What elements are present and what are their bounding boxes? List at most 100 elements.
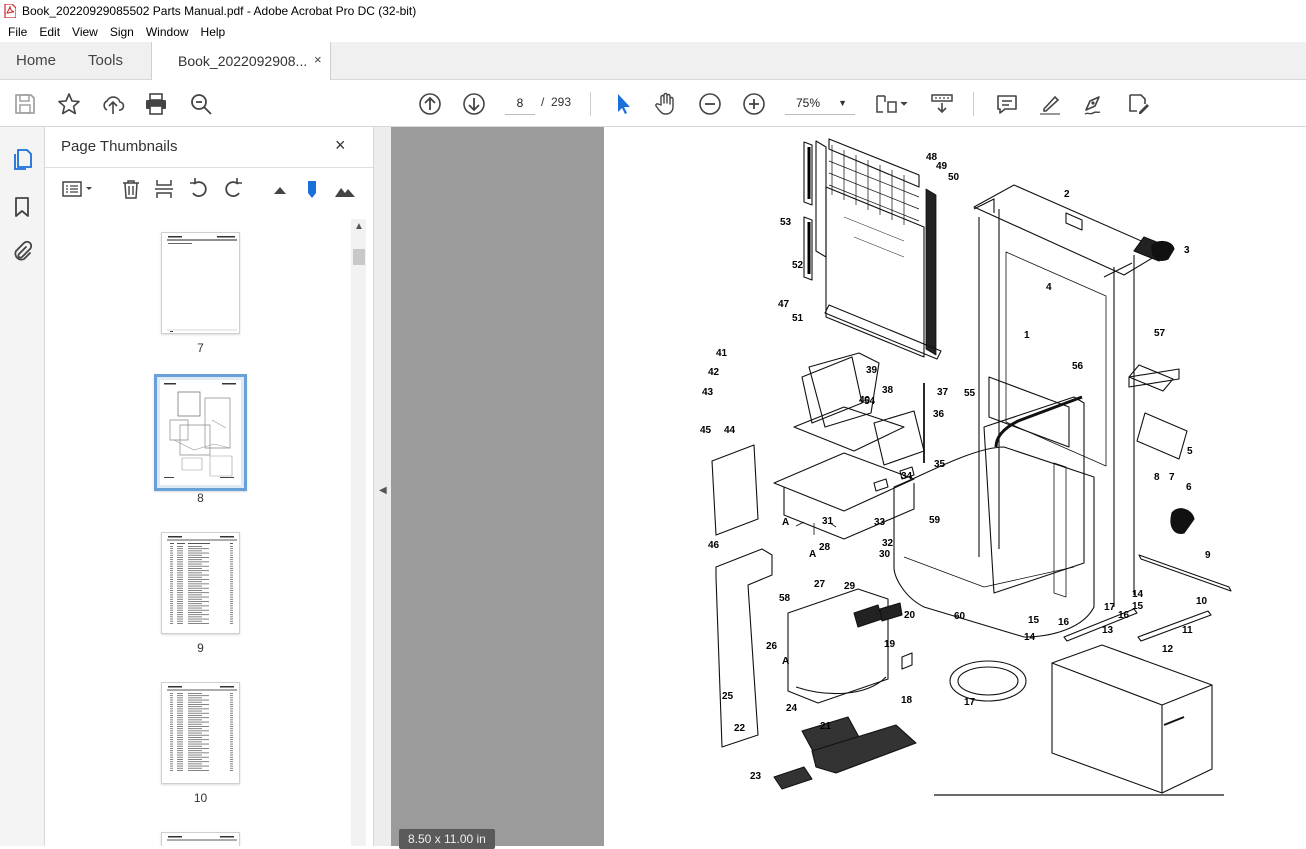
thumbnail-page[interactable] [161,832,240,846]
toolbar-divider [973,92,974,116]
zoom-out-icon[interactable] [697,91,723,117]
part-callout: 27 [814,579,826,590]
menu-window[interactable]: Window [140,25,195,39]
thumbnail-page[interactable] [161,232,240,334]
part-callout: 33 [874,517,886,528]
exploded-parts-diagram: 12345678910111213141516171415 16171819202… [700,138,1232,796]
part-callout: 12 [1162,644,1174,655]
part-callout: 31 [822,516,834,527]
thumbnail-size-marker-icon[interactable] [301,178,323,200]
bookmark-icon[interactable] [10,195,34,219]
part-callout: 45 [700,425,712,436]
share-icon[interactable] [100,91,126,117]
part-callout: 26 [766,641,778,652]
part-callout: 41 [716,348,728,359]
search-icon[interactable] [188,91,214,117]
tab-home[interactable]: Home [16,42,56,80]
window-title: Book_20220929085502 Parts Manual.pdf - A… [22,4,417,18]
save-icon[interactable] [12,91,38,117]
part-callout: 4 [1046,282,1052,293]
part-callout: 23 [750,771,762,782]
part-callout: 38 [882,385,894,396]
tab-bar: Home Tools Book_2022092908... × [0,42,1306,81]
rotate-left-icon[interactable] [188,178,210,200]
scroll-up-icon[interactable]: ▲ [354,221,364,232]
extract-pages-icon[interactable] [153,178,175,200]
pdf-page[interactable]: 1 2 3 4 5 6 7 8 9 10 11 12 13 14 15 16 17 14 15 16 17 18 19 20 2… [399,127,1306,849]
thumbnail-page-selected[interactable] [154,374,247,491]
thumbnail-toolbar [45,167,373,209]
menu-edit[interactable]: Edit [33,25,66,39]
chevron-down-icon: ▼ [838,98,847,108]
part-callout: 47 [778,299,790,310]
scroll-mode-icon[interactable] [929,91,955,117]
part-callout: 13 [1102,625,1114,636]
part-callout: 22 [734,723,746,734]
part-callout: 19 [884,639,896,650]
select-arrow-icon[interactable] [610,91,636,117]
hand-icon[interactable] [653,91,679,117]
panel-close-icon[interactable]: × [335,135,346,156]
rotate-right-icon[interactable] [222,178,244,200]
fit-page-icon[interactable] [874,91,910,117]
highlight-icon[interactable] [1037,91,1063,117]
sign-icon[interactable] [1081,91,1107,117]
part-callout: 5 [1187,446,1193,457]
part-callout: 6 [1186,482,1192,493]
redact-icon[interactable] [1125,91,1151,117]
part-callout: 18 [901,695,913,706]
tab-tools[interactable]: Tools [88,42,123,80]
menu-help[interactable]: Help [195,25,232,39]
part-callout: A [782,656,789,667]
thumbnail-page[interactable] [161,682,240,784]
part-callout: 16 [1118,610,1130,621]
page-size-badge: 8.50 x 11.00 in [399,829,495,849]
part-callout: 44 [724,425,736,436]
part-callout: A [782,517,789,528]
part-callout: 11 [1182,625,1193,636]
large-thumbnail-icon[interactable] [334,178,356,200]
star-icon[interactable] [56,91,82,117]
zoom-level-select[interactable]: 75% ▼ [785,91,855,115]
tab-close-icon[interactable]: × [314,52,322,67]
part-callout: 52 [792,260,804,271]
thumbnail-page-number: 8 [197,491,204,505]
comment-icon[interactable] [994,91,1020,117]
panel-collapse-handle[interactable]: ◀ [373,127,391,846]
part-callout: 29 [844,581,856,592]
options-menu-icon[interactable] [61,178,95,200]
part-callout: 1 [1024,330,1030,341]
part-callout: 8 [1154,472,1160,483]
part-callout: 7 [1169,472,1175,483]
attachment-icon[interactable] [10,240,34,264]
part-callout: 14 [1132,589,1144,600]
tab-document[interactable]: Book_2022092908... × [151,42,331,81]
thumbnail-page-number: 9 [197,641,204,655]
next-page-icon[interactable] [461,91,487,117]
part-callout: 35 [934,459,946,470]
thumbnail-page[interactable] [161,532,240,634]
menu-view[interactable]: View [66,25,104,39]
part-callout: 2 [1064,189,1070,200]
menu-sign[interactable]: Sign [104,25,140,39]
menu-bar: File Edit View Sign Window Help [0,22,1306,42]
main-toolbar: 8 / 293 75% ▼ [0,80,1306,127]
title-bar: Book_20220929085502 Parts Manual.pdf - A… [0,0,1306,22]
page-thumbnails-icon[interactable] [10,147,34,171]
part-callout: 60 [954,611,966,622]
part-callout: 39 [866,365,878,376]
part-callout: 25 [722,691,734,702]
part-callout: 14 [1024,632,1036,643]
delete-page-icon[interactable] [120,178,142,200]
thumbnails-panel: Page Thumbnails × 7 8 9 10 ▲ [45,127,373,846]
menu-file[interactable]: File [2,25,33,39]
page-number-input[interactable]: 8 [505,91,535,115]
print-icon[interactable] [143,91,169,117]
zoom-in-icon[interactable] [741,91,767,117]
scrollbar-thumb[interactable] [353,249,365,265]
prev-page-icon[interactable] [417,91,443,117]
part-callout: 55 [964,388,976,399]
small-thumbnail-icon[interactable] [269,178,291,200]
part-callout: A [809,549,816,560]
thumbnail-scrollbar[interactable]: ▲ [351,219,366,846]
